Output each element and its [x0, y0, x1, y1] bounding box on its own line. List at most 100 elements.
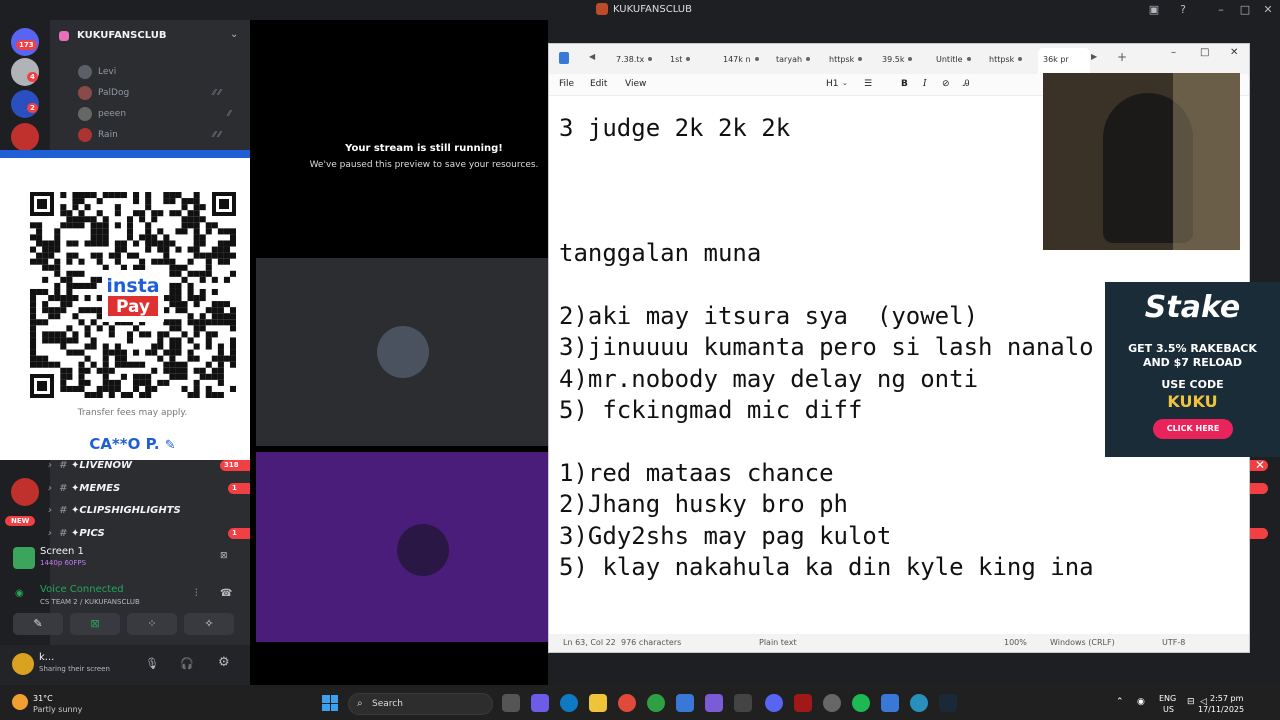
channel-item[interactable]: › # ✦MEMES: [48, 478, 243, 498]
file-tab[interactable]: Untitle: [936, 51, 971, 67]
close-stream-icon[interactable]: ⊠: [220, 551, 228, 561]
notepad-icon[interactable]: [881, 694, 899, 712]
camera-button[interactable]: ✎: [13, 613, 63, 635]
file-type[interactable]: Plain text: [759, 638, 797, 647]
channel-item[interactable]: › # ✦CLIPSHIGHLIGHTS: [48, 500, 243, 520]
clock-date[interactable]: 17/11/2025: [1198, 705, 1244, 714]
server-icon[interactable]: [11, 123, 39, 151]
taskbar-search[interactable]: ⌕ Search: [348, 693, 493, 715]
discord-icon[interactable]: [765, 694, 783, 712]
close-button[interactable]: ✕: [1230, 47, 1238, 58]
avatar[interactable]: [12, 653, 34, 675]
signal-icon[interactable]: ◉: [15, 588, 24, 599]
clear-format-icon[interactable]: Ꭿ: [963, 79, 970, 89]
language-indicator[interactable]: ENG: [1159, 694, 1176, 703]
weather-desc[interactable]: Partly sunny: [33, 705, 82, 714]
tray-icon[interactable]: ◉: [1137, 697, 1145, 707]
file-tab[interactable]: 7.38.tx: [616, 51, 653, 67]
chevron-up-icon[interactable]: ⌃: [1116, 697, 1124, 707]
weather-temp[interactable]: 31°C: [33, 694, 53, 703]
teams-icon[interactable]: [705, 694, 723, 712]
ad-code-label: USE CODE: [1161, 378, 1224, 391]
chevron-down-icon[interactable]: ⌄: [230, 29, 238, 40]
menu-view[interactable]: View: [625, 79, 646, 89]
settings-gear-icon[interactable]: ⚙: [218, 655, 230, 670]
file-tab[interactable]: httpsk: [989, 51, 1023, 67]
file-tab[interactable]: taryah: [776, 51, 811, 67]
noise-suppression-icon[interactable]: ⫶: [195, 588, 198, 599]
minimize-button[interactable]: –: [1213, 2, 1229, 18]
menu-edit[interactable]: Edit: [590, 79, 607, 89]
disconnect-icon[interactable]: ☎: [220, 588, 232, 599]
overlay-header-bar: [0, 150, 265, 158]
clock-time[interactable]: 2:57 pm: [1210, 694, 1243, 703]
voice-status: Voice Connected: [40, 584, 124, 595]
user-panel: k... Sharing their screen 🎙 🎧 ⚙: [0, 645, 250, 685]
file-explorer-icon[interactable]: [589, 694, 607, 712]
help-icon[interactable]: ?: [1175, 2, 1191, 18]
file-tab[interactable]: httpsk: [829, 51, 863, 67]
new-tab-button[interactable]: +: [1117, 50, 1127, 64]
stream-card[interactable]: Screen 1 1440p 60FPS ⊠: [5, 543, 245, 573]
chrome-profile-icon[interactable]: [647, 694, 665, 712]
file-tab[interactable]: 1st: [670, 51, 691, 67]
voice-user[interactable]: PalDog: [78, 83, 129, 103]
inbox-icon[interactable]: ▣: [1146, 2, 1162, 18]
link-icon[interactable]: ⊘: [942, 79, 950, 89]
zoom-level[interactable]: 100%: [1004, 638, 1027, 647]
microphone-icon[interactable]: 🎙: [145, 657, 159, 670]
italic-icon[interactable]: I: [923, 79, 927, 89]
close-button[interactable]: ✕: [1260, 2, 1276, 18]
voice-user[interactable]: Rain: [78, 125, 118, 145]
list-icon[interactable]: ☰: [864, 79, 872, 89]
scroll-right-icon[interactable]: ▶: [1091, 52, 1097, 61]
maximize-button[interactable]: □: [1200, 47, 1209, 58]
voice-channel[interactable]: CS TEAM 2 / KUKUFANSCLUB: [40, 598, 140, 606]
copilot-icon[interactable]: [531, 694, 549, 712]
mention-badge: 2: [27, 103, 38, 113]
headphones-icon[interactable]: 🎧: [180, 657, 194, 670]
outlook-icon[interactable]: [676, 694, 694, 712]
windows-start-icon[interactable]: [322, 695, 338, 711]
ad-cta-button[interactable]: CLICK HERE: [1153, 419, 1233, 439]
server-icon[interactable]: [11, 478, 39, 506]
file-tab-active[interactable]: 36k pr: [1043, 51, 1069, 67]
participant-tile[interactable]: [256, 452, 548, 642]
line-ending[interactable]: Windows (CRLF): [1050, 638, 1115, 647]
weather-icon[interactable]: [12, 694, 28, 710]
file-tab[interactable]: 147k n: [723, 51, 759, 67]
participant-tile[interactable]: [256, 258, 548, 446]
app-icon[interactable]: [734, 694, 752, 712]
app-icon[interactable]: [823, 694, 841, 712]
minimize-button[interactable]: –: [1171, 47, 1176, 58]
encoding[interactable]: UTF-8: [1162, 638, 1185, 647]
channel-item[interactable]: › # ✦LIVENOW: [48, 455, 243, 475]
network-icon[interactable]: ⊟: [1187, 697, 1195, 707]
maximize-button[interactable]: □: [1237, 2, 1253, 18]
hash-icon: › #: [48, 527, 67, 539]
heading-dropdown[interactable]: H1: [826, 79, 839, 89]
edge-icon[interactable]: [560, 694, 578, 712]
bold-icon[interactable]: B: [901, 79, 908, 89]
scroll-left-icon[interactable]: ◀: [589, 52, 595, 61]
app-icon[interactable]: [794, 694, 812, 712]
menu-file[interactable]: File: [559, 79, 574, 89]
screen-share-button[interactable]: ⊠: [70, 613, 120, 635]
stake-ad[interactable]: Stake GET 3.5% RAKEBACK AND $7 RELOAD US…: [1105, 282, 1280, 457]
voice-user[interactable]: peeen: [78, 104, 126, 124]
voice-user[interactable]: Levi: [78, 62, 116, 82]
spotify-icon[interactable]: [852, 694, 870, 712]
soundboard-button[interactable]: ✧: [184, 613, 234, 635]
app-icon[interactable]: [910, 694, 928, 712]
file-tab[interactable]: 39.5k: [882, 51, 913, 67]
activities-button[interactable]: ⁘: [127, 613, 177, 635]
chrome-icon[interactable]: [618, 694, 636, 712]
task-view-icon[interactable]: [502, 694, 520, 712]
steam-icon[interactable]: [939, 694, 957, 712]
language-region[interactable]: US: [1163, 705, 1174, 714]
channel-item[interactable]: › # ✦PICS: [48, 523, 243, 543]
edit-icon[interactable]: ✎: [165, 438, 176, 453]
avatar: [397, 524, 449, 576]
close-ad-icon[interactable]: ✕: [1255, 458, 1265, 472]
server-header[interactable]: KUKUFANSCLUB ⌄: [50, 25, 250, 47]
